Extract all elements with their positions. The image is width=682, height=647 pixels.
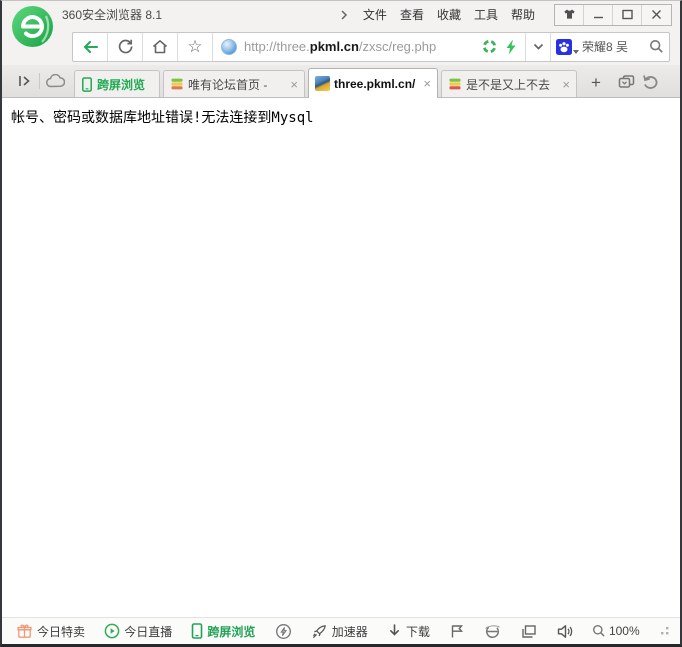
sound-button[interactable] <box>556 624 573 639</box>
forum-favicon <box>449 78 461 90</box>
tab-forum-home[interactable]: 唯有论坛首页 - × <box>163 70 305 97</box>
accelerator-button[interactable]: 加速器 <box>311 623 368 640</box>
window-icon <box>521 624 536 638</box>
menu-favorites[interactable]: 收藏 <box>437 6 461 23</box>
zoom-control[interactable]: 100% <box>592 624 640 638</box>
url-action-icons <box>482 39 517 55</box>
tab-close-icon[interactable]: × <box>562 77 570 92</box>
url-scheme: http://three. <box>244 39 310 54</box>
ie-icon <box>485 624 501 638</box>
flash-circle-button[interactable] <box>275 623 292 640</box>
close-button[interactable] <box>642 5 671 25</box>
forum-favicon <box>171 78 183 90</box>
resize-grip[interactable] <box>659 626 670 637</box>
url-bar[interactable]: http://three.pkml.cn/zxsc/reg.php <box>213 33 525 61</box>
tab-forum-thread[interactable]: 是不是又上不去 × <box>441 70 577 97</box>
browser-window: 360安全浏览器 8.1 文件 查看 收藏 工具 帮助 ☆ http://thr… <box>0 0 682 647</box>
menu-file[interactable]: 文件 <box>363 6 387 23</box>
maximize-button[interactable] <box>613 4 642 25</box>
reopen-closed-tab-icon[interactable] <box>638 69 662 93</box>
divider <box>39 73 40 89</box>
tab-cross-screen[interactable]: 跨屏浏览 <box>74 70 160 97</box>
mysql-error-message: 帐号、密码或数据库地址错误!无法连接到Mysql <box>11 110 314 126</box>
speed-mode-icon[interactable] <box>482 39 497 54</box>
search-input[interactable]: 荣耀8 吴 <box>582 38 649 55</box>
new-tab-button[interactable]: + <box>582 70 610 96</box>
expand-sidebar-icon[interactable] <box>12 69 36 93</box>
window-title: 360安全浏览器 8.1 <box>62 8 163 22</box>
phone-icon <box>192 623 203 639</box>
search-icon[interactable] <box>649 39 664 54</box>
tab-active-pkml[interactable]: three.pkml.cn/ × <box>308 68 438 98</box>
menu-help[interactable]: 帮助 <box>511 6 535 23</box>
minimize-button[interactable] <box>584 4 613 25</box>
baidu-paw-icon[interactable] <box>556 38 579 55</box>
today-live-label: 今日直播 <box>124 624 173 639</box>
search-box[interactable]: 荣耀8 吴 <box>551 33 669 61</box>
accelerator-label: 加速器 <box>331 624 368 639</box>
cross-screen-button[interactable]: 跨屏浏览 <box>191 623 255 640</box>
speaker-icon <box>557 624 572 638</box>
download-label: 下载 <box>406 624 431 639</box>
download-arrow-icon <box>390 624 399 636</box>
url-text[interactable]: http://three.pkml.cn/zxsc/reg.php <box>244 39 476 54</box>
window-controls <box>554 3 672 26</box>
zoom-level: 100% <box>608 624 640 638</box>
today-sale-button[interactable]: 今日特卖 <box>16 623 85 640</box>
tab-close-icon[interactable]: × <box>290 77 298 92</box>
page-content: 帐号、密码或数据库地址错误!无法连接到Mysql <box>2 98 680 617</box>
tab-label: 唯有论坛首页 - <box>188 77 268 92</box>
search-engine-caret-icon <box>573 49 579 54</box>
lightning-icon[interactable] <box>505 39 517 55</box>
ie-compat-button[interactable] <box>484 623 501 640</box>
menu-tools[interactable]: 工具 <box>474 6 498 23</box>
status-bar: 今日特卖 今日直播 跨屏浏览 加速器 下载 100% <box>2 617 680 644</box>
url-path: /zxsc/reg.php <box>358 39 437 54</box>
url-domain: pkml.cn <box>309 39 359 54</box>
gift-icon <box>17 624 32 638</box>
page-favicon <box>315 76 330 91</box>
tab-close-icon[interactable]: × <box>423 76 431 91</box>
menu-bar: 文件 查看 收藏 工具 帮助 <box>338 3 680 26</box>
globe-icon <box>221 38 237 55</box>
play-circle-icon <box>104 623 120 639</box>
rocket-icon <box>312 624 326 638</box>
flag-icon <box>452 625 464 638</box>
tab-list-icon[interactable] <box>614 69 638 93</box>
download-button[interactable]: 下载 <box>387 623 430 640</box>
flash-circle-icon <box>275 623 291 639</box>
report-flag-button[interactable] <box>449 623 465 639</box>
today-sale-label: 今日特卖 <box>37 624 86 639</box>
navigation-toolbar: ☆ http://three.pkml.cn/zxsc/reg.php 荣耀8 … <box>2 28 680 65</box>
url-dropdown-button[interactable] <box>525 32 551 61</box>
home-button[interactable] <box>143 32 178 61</box>
favorites-star-icon[interactable]: ☆ <box>178 32 213 61</box>
cloud-sync-icon[interactable] <box>43 69 67 93</box>
title-bar: 360安全浏览器 8.1 文件 查看 收藏 工具 帮助 <box>2 1 680 47</box>
menu-view[interactable]: 查看 <box>400 6 424 23</box>
browser-logo-icon[interactable] <box>10 4 55 49</box>
today-live-button[interactable]: 今日直播 <box>104 623 172 640</box>
menu-expander-icon[interactable] <box>338 9 350 21</box>
multi-window-button[interactable] <box>521 624 537 639</box>
cross-screen-label: 跨屏浏览 <box>207 624 256 639</box>
phone-icon <box>82 76 92 92</box>
address-controls: ☆ http://three.pkml.cn/zxsc/reg.php 荣耀8 … <box>72 31 670 62</box>
tab-label: three.pkml.cn/ <box>334 76 416 91</box>
skin-shirt-icon[interactable] <box>555 4 584 25</box>
back-button[interactable] <box>73 32 108 61</box>
zoom-magnifier-icon <box>592 624 605 637</box>
tab-label: 是不是又上不去 <box>466 77 551 92</box>
tab-bar: 跨屏浏览 唯有论坛首页 - × three.pkml.cn/ × 是不是又上不去… <box>2 65 680 98</box>
tab-label: 跨屏浏览 <box>97 77 146 92</box>
refresh-button[interactable] <box>108 32 143 61</box>
